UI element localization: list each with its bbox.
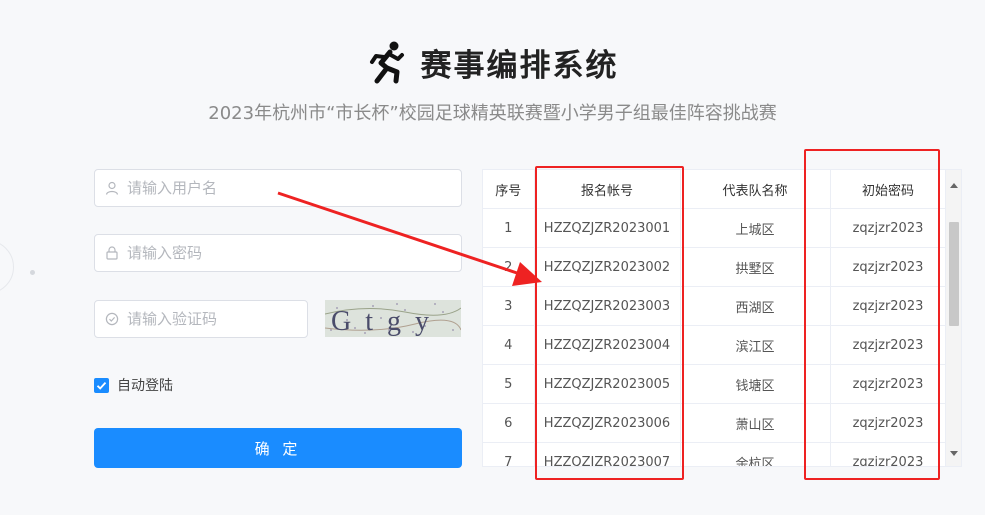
captcha-text: Gtgy <box>331 306 443 337</box>
row-index: 6 <box>483 403 535 443</box>
captcha-field[interactable] <box>94 300 308 338</box>
scrollbar-thumb[interactable] <box>949 222 959 326</box>
captcha-graphic: Gtgy <box>325 303 461 337</box>
decorative-circle <box>0 240 14 294</box>
password-input[interactable] <box>125 243 461 263</box>
row-index: 1 <box>483 208 535 248</box>
captcha-image[interactable]: Gtgy <box>325 300 461 337</box>
highlight-box-account-column <box>535 166 684 480</box>
runner-icon <box>369 41 404 83</box>
page-subtitle: 2023年杭州市“市长杯”校园足球精英联赛暨小学男子组最佳阵容挑战赛 <box>208 103 777 124</box>
password-field[interactable] <box>94 234 462 272</box>
scroll-up-arrow-icon[interactable] <box>950 183 958 188</box>
auto-login-label: 自动登陆 <box>117 378 173 394</box>
captcha-input[interactable] <box>125 309 307 329</box>
submit-button[interactable]: 确 定 <box>94 428 462 468</box>
column-header-index: 序号 <box>483 170 535 209</box>
check-icon <box>96 381 107 390</box>
highlight-box-password-column <box>804 149 940 480</box>
header: 赛事编排系统 2023年杭州市“市长杯”校园足球精英联赛暨小学男子组最佳阵容挑战… <box>0 40 985 125</box>
shield-check-icon <box>105 312 119 326</box>
row-index: 2 <box>483 247 535 287</box>
username-input[interactable] <box>125 178 461 198</box>
lock-icon <box>106 246 118 260</box>
scroll-down-arrow-icon[interactable] <box>950 451 958 456</box>
title-row: 赛事编排系统 <box>0 40 985 85</box>
user-icon <box>105 181 119 195</box>
username-field[interactable] <box>94 169 462 207</box>
table-scrollbar[interactable] <box>945 170 961 466</box>
auto-login-option[interactable]: 自动登陆 <box>94 375 173 395</box>
row-index: 7 <box>483 442 535 466</box>
auto-login-checkbox[interactable] <box>94 377 109 393</box>
row-index: 5 <box>483 364 535 404</box>
row-index: 4 <box>483 325 535 365</box>
decorative-dot <box>30 270 35 275</box>
page-title: 赛事编排系统 <box>420 48 619 84</box>
row-index: 3 <box>483 286 535 326</box>
